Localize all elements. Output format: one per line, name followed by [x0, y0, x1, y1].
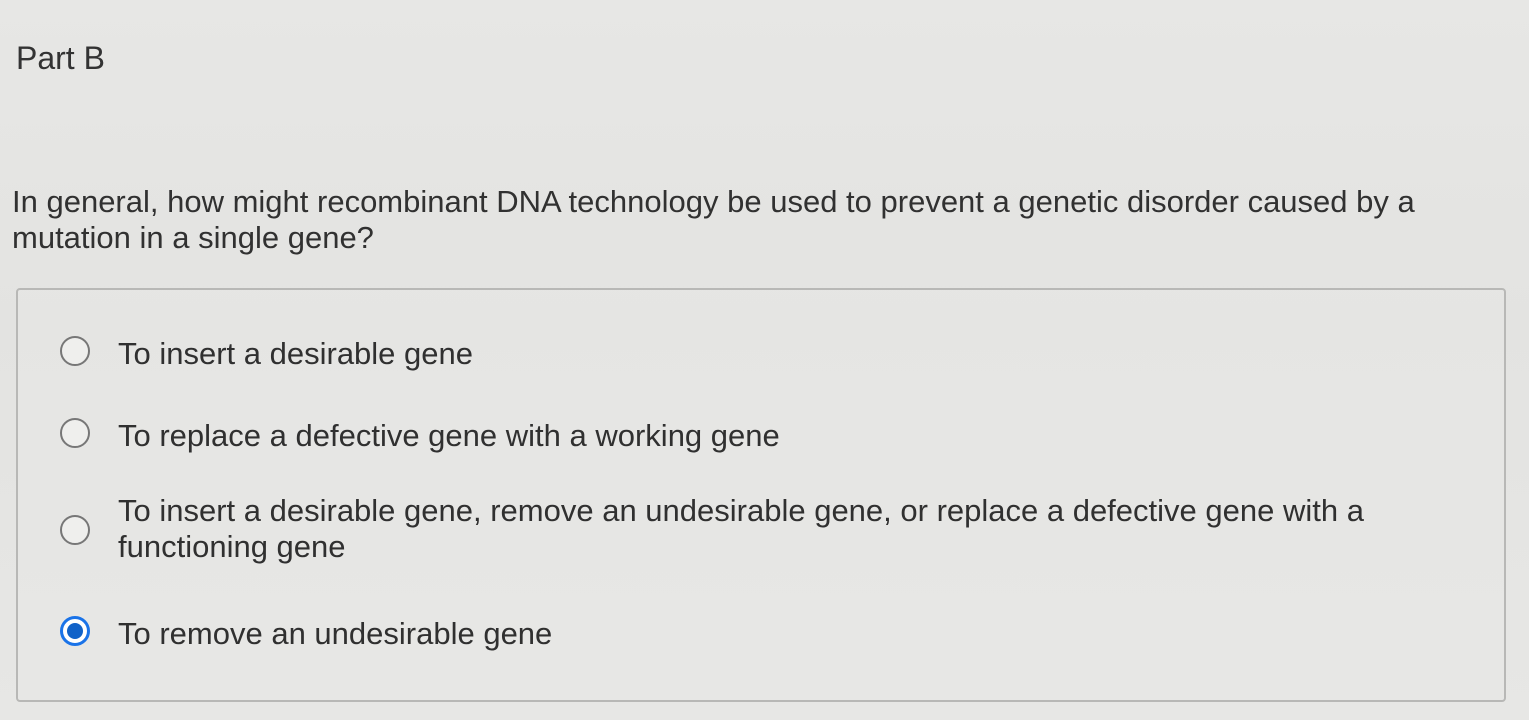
radio-unselected-icon[interactable] [60, 418, 90, 448]
answer-option-label: To insert a desirable gene [118, 336, 474, 371]
answer-option-all-methods[interactable]: To insert a desirable gene, remove an un… [60, 493, 1460, 565]
answer-option-insert[interactable]: To insert a desirable gene [60, 336, 473, 372]
quiz-page: Part B In general, how might recombinant… [0, 0, 1529, 720]
answer-options-container: To insert a desirable gene To replace a … [16, 288, 1506, 702]
answer-option-replace[interactable]: To replace a defective gene with a worki… [60, 418, 780, 454]
question-text: In general, how might recombinant DNA te… [12, 184, 1415, 255]
answer-option-label: To replace a defective gene with a worki… [118, 418, 780, 453]
answer-option-label: To insert a desirable gene, remove an un… [118, 493, 1364, 564]
part-title: Part B [16, 40, 105, 76]
answer-option-label: To remove an undesirable gene [118, 616, 553, 651]
radio-selected-icon[interactable] [60, 616, 90, 646]
radio-unselected-icon[interactable] [60, 515, 90, 545]
radio-unselected-icon[interactable] [60, 336, 90, 366]
answer-option-remove[interactable]: To remove an undesirable gene [60, 616, 552, 652]
